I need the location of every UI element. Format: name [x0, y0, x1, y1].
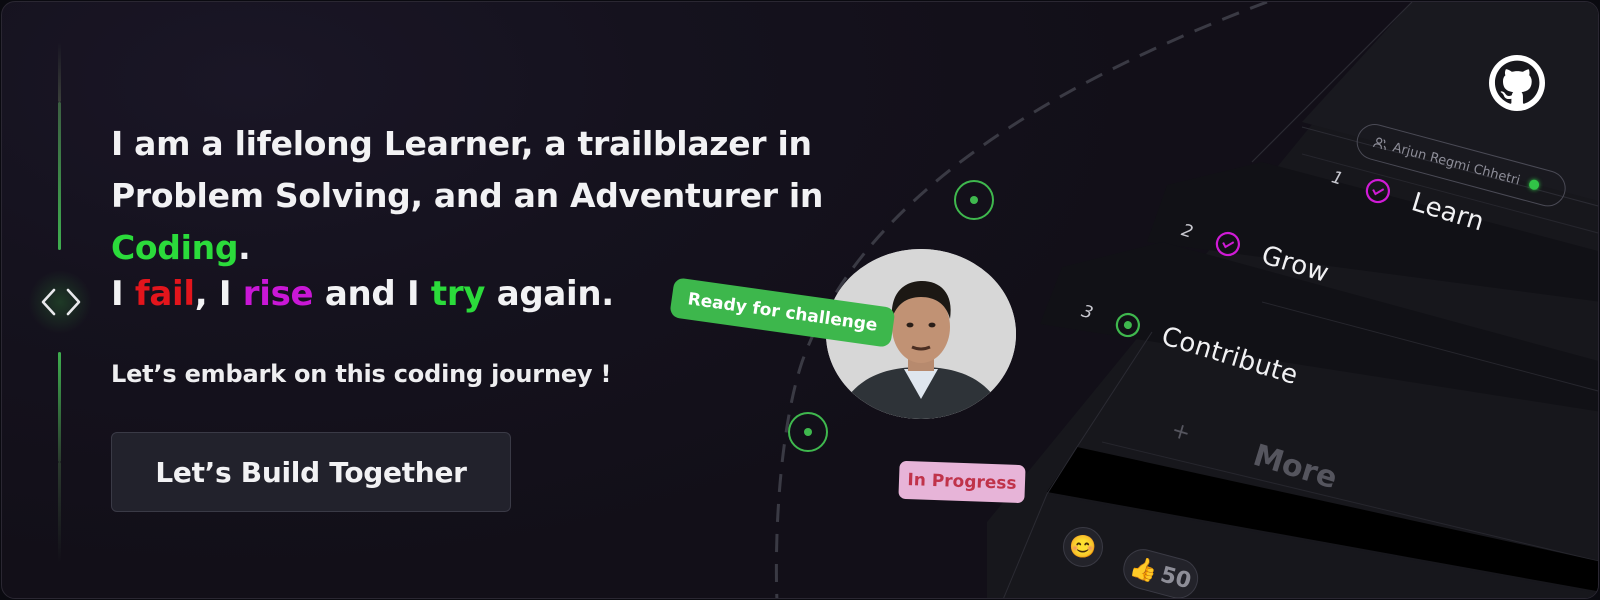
motto-word: again.	[485, 274, 615, 314]
smiley-button[interactable]: 😊	[1063, 527, 1103, 567]
rail-bottom-fade	[58, 462, 61, 562]
rail-bottom-segment	[58, 352, 61, 462]
motto-try: try	[430, 274, 486, 314]
headline-text: I am a lifelong Learner, a trailblazer i…	[111, 124, 824, 215]
rail-top-segment	[58, 102, 61, 250]
rail-top-fade	[58, 42, 61, 102]
dot-circle-icon	[954, 180, 994, 220]
in-progress-tag: In Progress	[898, 460, 1026, 504]
motto-fail: fail	[134, 274, 195, 314]
headline-end: .	[238, 228, 251, 267]
hero-banner: I am a lifelong Learner, a trailblazer i…	[1, 1, 1599, 599]
dot-circle-icon	[788, 412, 828, 452]
motto-word: , I	[194, 274, 243, 314]
user-icon	[1372, 137, 1386, 151]
motto-rise: rise	[242, 274, 314, 314]
motto: I fail, I rise and I try again.	[111, 274, 614, 314]
online-indicator	[1528, 178, 1541, 191]
reaction-count: 50	[1157, 561, 1194, 594]
headline-highlight: Coding	[111, 228, 239, 267]
thumbs-up-icon: 👍	[1127, 553, 1161, 585]
subtitle: Let’s embark on this coding journey !	[111, 360, 612, 388]
github-icon[interactable]	[1489, 55, 1545, 111]
motto-word: I	[111, 274, 135, 314]
smiley-icon: 😊	[1069, 534, 1097, 559]
motto-word: and I	[313, 274, 431, 314]
code-brackets-icon	[41, 288, 81, 316]
build-together-button[interactable]: Let’s Build Together	[111, 432, 511, 512]
